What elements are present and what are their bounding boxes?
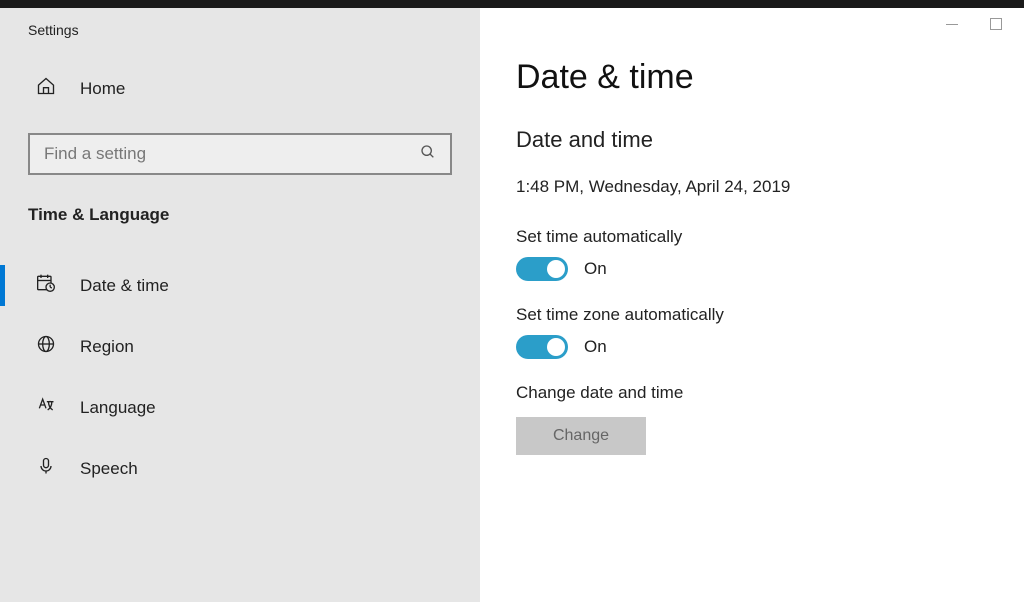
calendar-clock-icon (36, 273, 56, 298)
toggle-knob (547, 260, 565, 278)
maximize-button[interactable] (990, 18, 1002, 30)
sidebar-item-label: Language (80, 398, 156, 418)
sidebar-item-label: Speech (80, 459, 138, 479)
sidebar-item-label: Date & time (80, 276, 169, 296)
sidebar-item-language[interactable]: Language (0, 377, 480, 438)
minimize-button[interactable] (946, 24, 958, 25)
set-tz-auto-label: Set time zone automatically (516, 305, 1024, 325)
home-icon (36, 76, 56, 101)
sidebar-item-region[interactable]: Region (0, 316, 480, 377)
set-time-auto-label: Set time automatically (516, 227, 1024, 247)
window-controls (946, 18, 1024, 30)
search-input[interactable] (44, 144, 420, 164)
microphone-icon (36, 456, 56, 481)
window-topbar (0, 0, 1024, 8)
change-button[interactable]: Change (516, 417, 646, 455)
main-content: Date & time Date and time 1:48 PM, Wedne… (480, 8, 1024, 602)
toggle-knob (547, 338, 565, 356)
home-nav[interactable]: Home (0, 68, 480, 109)
sidebar-item-speech[interactable]: Speech (0, 438, 480, 499)
globe-icon (36, 334, 56, 359)
page-heading: Date & time (516, 58, 1024, 97)
sidebar: Settings Home Time & Language (0, 8, 480, 602)
set-tz-auto-state: On (584, 337, 607, 357)
search-box[interactable] (28, 133, 452, 175)
language-icon (36, 395, 56, 420)
set-tz-auto-toggle[interactable] (516, 335, 568, 359)
sidebar-item-date-time[interactable]: Date & time (0, 255, 480, 316)
section-title: Time & Language (0, 205, 480, 255)
sidebar-item-label: Region (80, 337, 134, 357)
change-datetime-label: Change date and time (516, 383, 1024, 403)
set-time-auto-state: On (584, 259, 607, 279)
home-label: Home (80, 79, 125, 99)
set-time-auto-toggle[interactable] (516, 257, 568, 281)
search-icon (420, 144, 436, 165)
current-datetime: 1:48 PM, Wednesday, April 24, 2019 (516, 177, 1024, 197)
app-title: Settings (0, 22, 480, 68)
sub-heading: Date and time (516, 127, 1024, 153)
